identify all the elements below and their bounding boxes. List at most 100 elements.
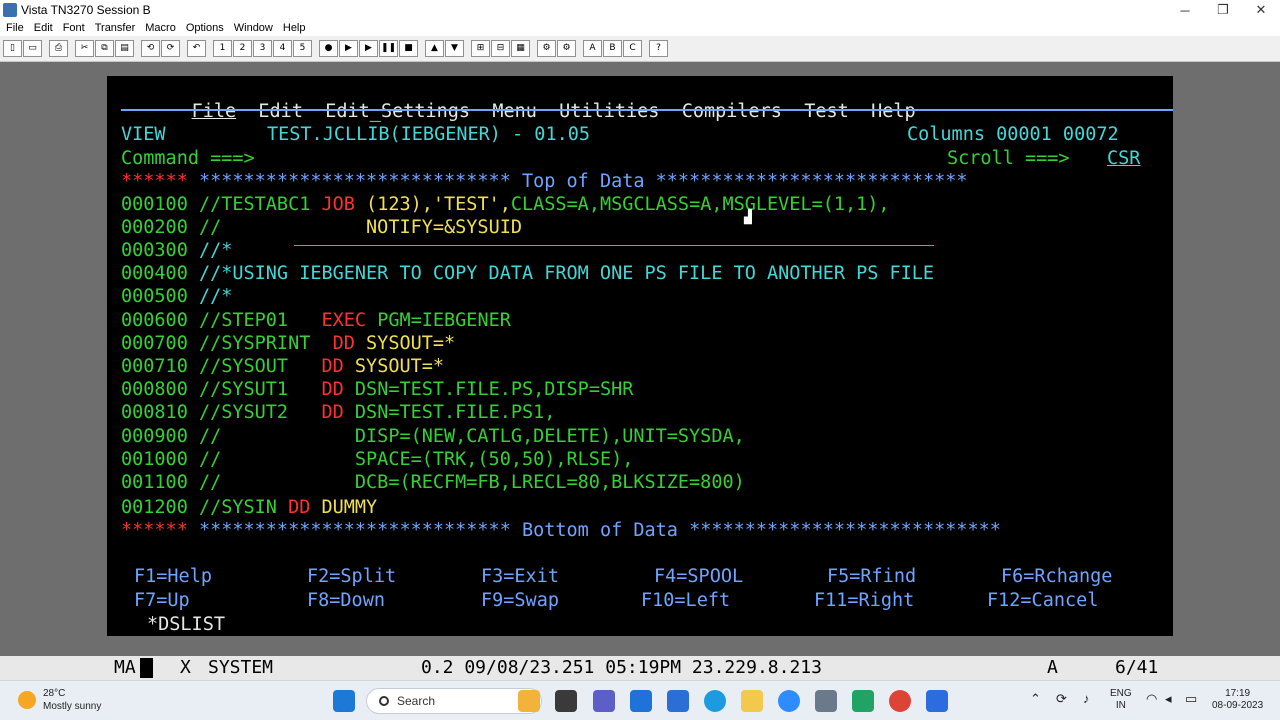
- close-button[interactable]: ✕: [1242, 2, 1280, 18]
- connect-icon[interactable]: ⟲: [141, 40, 160, 57]
- scroll-value[interactable]: CSR: [1107, 147, 1140, 170]
- f6-rchange-key[interactable]: F6=Rchange: [1001, 566, 1112, 587]
- session-b-button[interactable]: B: [603, 40, 622, 57]
- undo-icon[interactable]: ↶: [187, 40, 206, 57]
- widgets-icon[interactable]: [518, 690, 540, 712]
- volume-icon[interactable]: ◂: [1165, 692, 1172, 705]
- disconnect-icon[interactable]: ⟳: [161, 40, 180, 57]
- jcl-line-000400[interactable]: 000400 //*USING IEBGENER TO COPY DATA FR…: [121, 262, 934, 285]
- jcl-line-000900[interactable]: 000900 // DISP=(NEW,CATLG,DELETE),UNIT=S…: [121, 425, 745, 448]
- f12-cancel-key[interactable]: F12=Cancel: [987, 590, 1098, 611]
- menu-help[interactable]: Help: [283, 22, 306, 34]
- sync-icon[interactable]: ⟳: [1056, 692, 1067, 705]
- stop-icon[interactable]: ■: [399, 40, 418, 57]
- pause-icon[interactable]: ❚❚: [379, 40, 398, 57]
- upload-icon[interactable]: ▲: [425, 40, 444, 57]
- jcl-line-001000[interactable]: 001000 // SPACE=(TRK,(50,50),RLSE),: [121, 448, 633, 471]
- task-view-icon[interactable]: [555, 690, 577, 712]
- f10-left-key[interactable]: F10=Left: [641, 590, 730, 611]
- zoom-icon[interactable]: [778, 690, 800, 712]
- jcl-line-001200[interactable]: 001200 //SYSIN DD DUMMY: [121, 496, 377, 519]
- session-a-button[interactable]: A: [583, 40, 602, 57]
- download-icon[interactable]: ▼: [445, 40, 464, 57]
- session-c-button[interactable]: C: [623, 40, 642, 57]
- play-icon[interactable]: ▶: [339, 40, 358, 57]
- ispf-menu-edit-settings[interactable]: Edit_Settings: [325, 101, 470, 122]
- store-icon[interactable]: [667, 690, 689, 712]
- clock[interactable]: 17:19 08-09-2023: [1212, 688, 1263, 712]
- start-icon[interactable]: [333, 690, 355, 712]
- calculator-icon[interactable]: [926, 690, 948, 712]
- f5-rfind-key[interactable]: F5=Rfind: [827, 566, 916, 587]
- jcl-line-000710[interactable]: 000710 //SYSOUT DD SYSOUT=*: [121, 355, 444, 378]
- step-icon[interactable]: ▶: [359, 40, 378, 57]
- jcl-line-000500[interactable]: 000500 //*: [121, 285, 232, 308]
- mail-icon[interactable]: [630, 690, 652, 712]
- f11-right-key[interactable]: F11=Right: [814, 590, 914, 611]
- open-session-icon[interactable]: ▭: [23, 40, 42, 57]
- dslist-shortcut[interactable]: *DSLIST: [147, 613, 225, 636]
- weather-widget[interactable]: 28°C Mostly sunny: [18, 687, 101, 713]
- jcl-line-000200[interactable]: 000200 // NOTIFY=&SYSUID: [121, 216, 522, 239]
- vista-tn3270-icon[interactable]: [815, 690, 837, 712]
- macro-4-icon[interactable]: 4: [273, 40, 292, 57]
- f4-spool-key[interactable]: F4=SPOOL: [654, 566, 743, 587]
- keypad-icon[interactable]: ⊞: [471, 40, 490, 57]
- jcl-line-000300[interactable]: 000300 //*: [121, 239, 232, 262]
- f2-split-key[interactable]: F2=Split: [307, 566, 396, 587]
- jcl-line-001100[interactable]: 001100 // DCB=(RECFM=FB,LRECL=80,BLKSIZE…: [121, 471, 745, 494]
- print-icon[interactable]: ⎙: [49, 40, 68, 57]
- menu-macro[interactable]: Macro: [145, 22, 176, 34]
- command-input[interactable]: [294, 147, 934, 170]
- help-icon[interactable]: ?: [649, 40, 668, 57]
- menu-edit[interactable]: Edit: [34, 22, 53, 34]
- excel-icon[interactable]: [852, 690, 874, 712]
- language-indicator[interactable]: ENG IN: [1110, 688, 1132, 712]
- settings-icon[interactable]: ⚙: [537, 40, 556, 57]
- ispf-menu-edit[interactable]: Edit: [258, 101, 303, 122]
- chevron-up-icon[interactable]: ⌃: [1030, 692, 1041, 705]
- paste-icon[interactable]: ▤: [115, 40, 134, 57]
- jcl-line-000100[interactable]: 000100 //TESTABC1 JOB (123),'TEST',CLASS…: [121, 193, 890, 216]
- battery-icon[interactable]: ▭: [1185, 692, 1197, 705]
- jcl-line-000810[interactable]: 000810 //SYSUT2 DD DSN=TEST.FILE.PS1,: [121, 401, 555, 424]
- ispf-menu-utilities[interactable]: Utilities: [559, 101, 659, 122]
- teams-icon[interactable]: [593, 690, 615, 712]
- macro-3-icon[interactable]: 3: [253, 40, 272, 57]
- menu-options[interactable]: Options: [186, 22, 224, 34]
- f7-up-key[interactable]: F7=Up: [134, 590, 190, 611]
- f1-help-key[interactable]: F1=Help: [134, 566, 212, 587]
- menu-file[interactable]: File: [6, 22, 24, 34]
- f3-exit-key[interactable]: F3=Exit: [481, 566, 559, 587]
- jcl-line-000600[interactable]: 000600 //STEP01 EXEC PGM=IEBGENER: [121, 309, 511, 332]
- ispf-menu-test[interactable]: Test: [804, 101, 849, 122]
- wifi-icon[interactable]: ◠: [1146, 692, 1157, 705]
- copy-icon[interactable]: ⧉: [95, 40, 114, 57]
- ispf-menu-help[interactable]: Help: [871, 101, 916, 122]
- ispf-menu-compilers[interactable]: Compilers: [682, 101, 782, 122]
- grid-icon[interactable]: ▦: [511, 40, 530, 57]
- record-icon[interactable]: ●: [319, 40, 338, 57]
- maximize-button[interactable]: ❐: [1204, 2, 1242, 18]
- menu-transfer[interactable]: Transfer: [95, 22, 136, 34]
- macro-2-icon[interactable]: 2: [233, 40, 252, 57]
- taskbar-search[interactable]: Search: [366, 688, 542, 714]
- config-icon[interactable]: ⚙: [557, 40, 576, 57]
- microphone-icon[interactable]: ♪: [1083, 692, 1090, 705]
- minimize-button[interactable]: ─: [1166, 3, 1204, 18]
- cut-icon[interactable]: ✂: [75, 40, 94, 57]
- f8-down-key[interactable]: F8=Down: [307, 590, 385, 611]
- macro-1-icon[interactable]: 1: [213, 40, 232, 57]
- ispf-menu-file[interactable]: File: [192, 101, 237, 122]
- menu-font[interactable]: Font: [63, 22, 85, 34]
- jcl-line-000800[interactable]: 000800 //SYSUT1 DD DSN=TEST.FILE.PS,DISP…: [121, 378, 633, 401]
- edge-icon[interactable]: [704, 690, 726, 712]
- new-session-icon[interactable]: ▯: [3, 40, 22, 57]
- chrome-icon[interactable]: [889, 690, 911, 712]
- ispf-menu-menu[interactable]: Menu: [492, 101, 537, 122]
- f9-swap-key[interactable]: F9=Swap: [481, 590, 559, 611]
- file-explorer-icon[interactable]: [741, 690, 763, 712]
- terminal-screen[interactable]: File Edit Edit_Settings Menu Utilities C…: [107, 76, 1173, 636]
- macro-5-icon[interactable]: 5: [293, 40, 312, 57]
- jcl-line-000700[interactable]: 000700 //SYSPRINT DD SYSOUT=*: [121, 332, 455, 355]
